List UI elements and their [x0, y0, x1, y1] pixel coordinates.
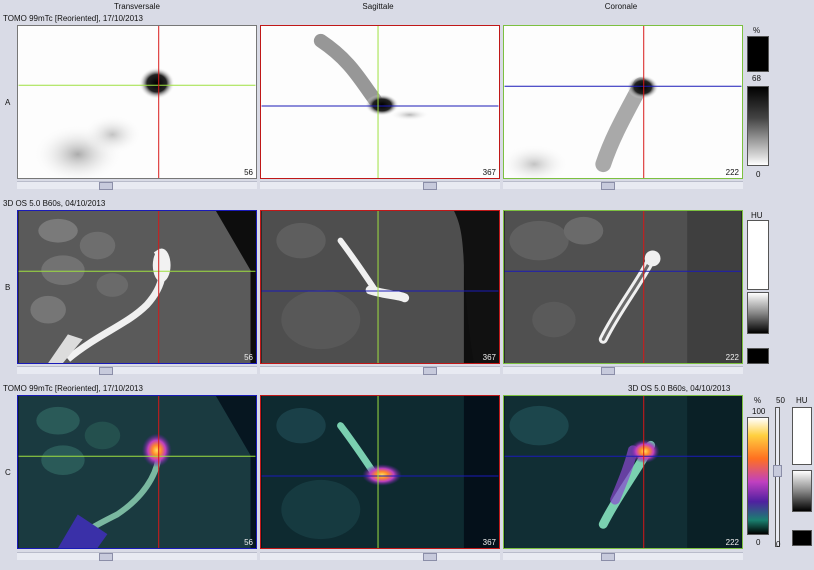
slice-number: 56	[244, 168, 253, 177]
ct-coronale-image	[504, 211, 742, 363]
scale-c-hu-unit: HU	[796, 396, 808, 405]
scroll-thumb[interactable]	[423, 367, 437, 375]
scrollbar-b-sagittale[interactable]	[260, 366, 500, 375]
scale-c-unit: %	[754, 396, 762, 405]
scale-a-gradient[interactable]	[747, 86, 769, 166]
fusion-transversale-image	[18, 396, 256, 548]
fusion-sagittale-image	[261, 396, 499, 548]
scale-c-mid-unit: 50	[776, 396, 785, 405]
scroll-thumb[interactable]	[423, 553, 437, 561]
scale-a-top-bar	[747, 36, 769, 72]
scroll-thumb[interactable]	[601, 367, 615, 375]
row-b-label: B	[5, 283, 11, 292]
scale-c-hu-top-bar	[792, 407, 812, 465]
panel-a-transversale[interactable]: 56	[17, 25, 257, 179]
scrollbar-a-sagittale[interactable]	[260, 181, 500, 190]
fusion-coronale-image	[504, 396, 742, 548]
scale-c-mid-bottom: 0	[776, 540, 781, 549]
scale-b-unit: HU	[751, 211, 763, 220]
panel-c-coronale[interactable]: 222	[503, 395, 743, 549]
row-c-label: C	[5, 468, 11, 477]
scale-b-bottom-bar	[747, 348, 769, 364]
scroll-thumb[interactable]	[99, 367, 113, 375]
slice-number: 367	[482, 353, 496, 362]
scale-a-bottom: 0	[756, 170, 761, 179]
scale-a-unit: %	[753, 26, 761, 35]
scrollbar-a-transversale[interactable]	[17, 181, 257, 190]
row-c-header-right: 3D OS 5.0 B60s, 04/10/2013	[628, 384, 731, 393]
scrollbar-b-coronale[interactable]	[503, 366, 743, 375]
scale-b-gradient[interactable]	[747, 292, 769, 334]
scale-c-bottom: 0	[756, 538, 761, 547]
scrollbar-a-coronale[interactable]	[503, 181, 743, 190]
slice-number: 367	[482, 538, 496, 547]
scroll-thumb[interactable]	[99, 182, 113, 190]
scroll-thumb[interactable]	[423, 182, 437, 190]
scale-c-hu-bottom-bar	[792, 530, 812, 546]
scrollbar-b-transversale[interactable]	[17, 366, 257, 375]
panel-b-transversale[interactable]: 56	[17, 210, 257, 364]
blend-slider-thumb[interactable]	[773, 465, 782, 477]
panel-b-coronale[interactable]: 222	[503, 210, 743, 364]
scale-a-mid: 68	[752, 74, 761, 83]
scale-b-top-bar	[747, 220, 769, 290]
scrollbar-c-sagittale[interactable]	[260, 552, 500, 561]
scrollbar-c-coronale[interactable]	[503, 552, 743, 561]
scroll-thumb[interactable]	[601, 182, 615, 190]
ct-transversale-image	[18, 211, 256, 363]
slice-number: 56	[244, 538, 253, 547]
column-header-sagittale: Sagittale	[362, 2, 394, 11]
slice-number: 222	[725, 168, 739, 177]
slice-number: 222	[725, 538, 739, 547]
panel-a-sagittale[interactable]: 367	[260, 25, 500, 179]
row-b-header: 3D OS 5.0 B60s, 04/10/2013	[3, 199, 106, 208]
row-c-header-left: TOMO 99mTc [Reoriented], 17/10/2013	[3, 384, 143, 393]
slice-number: 56	[244, 353, 253, 362]
panel-c-transversale[interactable]: 56	[17, 395, 257, 549]
row-a-label: A	[5, 98, 11, 107]
panel-c-sagittale[interactable]: 367	[260, 395, 500, 549]
slice-number: 222	[725, 353, 739, 362]
scale-c-gradient[interactable]	[747, 417, 769, 535]
scroll-thumb[interactable]	[601, 553, 615, 561]
slice-number: 367	[482, 168, 496, 177]
scroll-thumb[interactable]	[99, 553, 113, 561]
panel-a-coronale[interactable]: 222	[503, 25, 743, 179]
column-header-transversale: Transversale	[114, 2, 160, 11]
column-header-coronale: Coronale	[604, 2, 638, 11]
spect-transversale-image	[18, 26, 256, 178]
scale-c-hu-gradient[interactable]	[792, 470, 812, 512]
spect-sagittale-image	[261, 26, 499, 178]
panel-b-sagittale[interactable]: 367	[260, 210, 500, 364]
blend-slider-track[interactable]	[775, 407, 780, 547]
scale-c-top: 100	[752, 407, 766, 416]
row-a-header: TOMO 99mTc [Reoriented], 17/10/2013	[3, 14, 143, 23]
scrollbar-c-transversale[interactable]	[17, 552, 257, 561]
spect-coronale-image	[504, 26, 742, 178]
ct-sagittale-image	[261, 211, 499, 363]
